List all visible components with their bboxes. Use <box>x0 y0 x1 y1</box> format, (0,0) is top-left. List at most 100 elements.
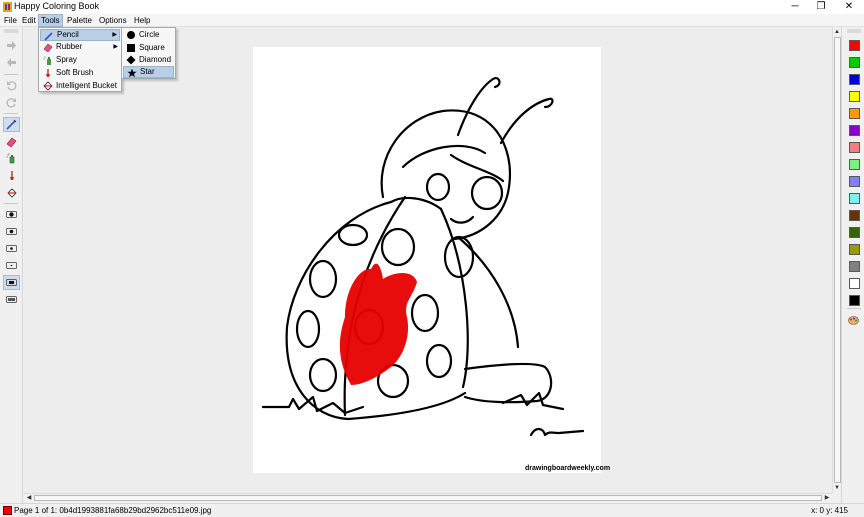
toolbar-grip[interactable] <box>4 29 18 33</box>
submenu-arrow-icon: ▶ <box>113 44 118 50</box>
size-2-button[interactable] <box>3 224 20 239</box>
menu-file[interactable]: File <box>2 14 19 27</box>
horizontal-scroll-thumb[interactable] <box>34 495 822 501</box>
color-swatch[interactable] <box>849 227 860 238</box>
color-swatch[interactable] <box>849 108 860 119</box>
pencil-shape-circle[interactable]: Circle <box>123 29 174 41</box>
size-6-button[interactable] <box>3 292 20 307</box>
redo-button[interactable] <box>3 95 20 110</box>
color-swatch[interactable] <box>849 40 860 51</box>
pencil-shape-square[interactable]: Square <box>123 42 174 54</box>
scroll-right-arrow-icon[interactable]: ▶ <box>823 494 831 502</box>
brush-size-icon <box>6 279 17 286</box>
circle-icon <box>127 31 135 39</box>
pencil-tool-button[interactable] <box>3 117 20 132</box>
current-color-swatch <box>3 506 12 515</box>
tools-menu-soft-brush[interactable]: Soft Brush <box>40 67 120 79</box>
color-swatch[interactable] <box>849 261 860 272</box>
color-swatch[interactable] <box>849 295 860 306</box>
pencil-shape-star[interactable]: Star <box>123 66 174 78</box>
size-5-button[interactable] <box>3 275 20 290</box>
eraser-icon <box>6 137 17 147</box>
arrow-right-icon <box>7 41 16 50</box>
cursor-coordinates: x: 0 y: 415 <box>811 506 848 515</box>
bucket-icon <box>43 81 53 91</box>
pencil-shape-submenu: Circle Square Diamond Star <box>121 27 176 79</box>
color-swatch[interactable] <box>849 244 860 255</box>
color-swatch[interactable] <box>849 91 860 102</box>
color-swatch[interactable] <box>849 210 860 221</box>
menu-palette[interactable]: Palette <box>65 14 94 27</box>
spray-tool-button[interactable] <box>3 151 20 166</box>
menu-edit[interactable]: Edit <box>20 14 38 27</box>
star-icon <box>127 68 137 78</box>
brush-size-icon <box>6 296 17 303</box>
color-swatch[interactable] <box>849 74 860 85</box>
menu-item-label: Square <box>139 43 165 52</box>
pencil-shape-diamond[interactable]: Diamond <box>123 54 174 66</box>
eraser-icon <box>43 43 53 52</box>
scroll-down-arrow-icon[interactable]: ▼ <box>833 484 841 492</box>
palette-grip[interactable] <box>847 29 861 33</box>
menu-tools[interactable]: Tools <box>38 14 63 27</box>
menu-item-label: Spray <box>56 55 77 64</box>
toolbar-separator <box>4 203 18 204</box>
size-1-button[interactable] <box>3 207 20 222</box>
rubber-tool-button[interactable] <box>3 134 20 149</box>
custom-color-button[interactable] <box>845 313 862 328</box>
menu-item-label: Soft Brush <box>56 68 94 77</box>
horizontal-scrollbar[interactable]: ◀ ▶ <box>24 493 832 502</box>
bucket-tool-button[interactable] <box>3 185 20 200</box>
scroll-up-arrow-icon[interactable]: ▲ <box>833 28 841 36</box>
arrow-left-icon <box>7 58 16 67</box>
menu-options[interactable]: Options <box>97 14 129 27</box>
menu-item-label: Star <box>140 67 155 76</box>
pencil-icon <box>44 32 53 41</box>
spray-can-icon <box>43 56 51 65</box>
close-button[interactable]: ✕ <box>834 0 864 14</box>
ladybug-drawing[interactable] <box>253 47 601 473</box>
restore-button[interactable]: ❐ <box>806 0 836 14</box>
brush-size-icon <box>6 211 17 218</box>
menu-help[interactable]: Help <box>132 14 152 27</box>
tools-menu-pencil[interactable]: Pencil ▶ <box>40 29 120 41</box>
vertical-scroll-thumb[interactable] <box>834 37 841 483</box>
size-4-button[interactable] <box>3 258 20 273</box>
vertical-scrollbar[interactable]: ▲ ▼ <box>832 27 841 493</box>
color-swatch[interactable] <box>849 278 860 289</box>
bucket-icon <box>7 188 17 198</box>
color-swatch[interactable] <box>849 176 860 187</box>
status-filename: Page 1 of 1: 0b4d1993881fa68b29bd2962bc5… <box>14 506 212 515</box>
menu-bar: File Edit Tools Palette Options Help <box>0 14 864 27</box>
scroll-left-arrow-icon[interactable]: ◀ <box>25 494 33 502</box>
undo-button[interactable] <box>3 78 20 93</box>
tools-menu-dropdown: Pencil ▶ Rubber ▶ Spray Soft Brush Intel… <box>38 27 122 92</box>
color-swatch[interactable] <box>849 125 860 136</box>
palette-icon <box>848 316 859 325</box>
color-swatch[interactable] <box>849 142 860 153</box>
toolbar-separator <box>4 74 18 75</box>
coloring-page[interactable]: drawingboardweekly.com <box>253 47 610 473</box>
title-bar: Happy Coloring Book ─ ❐ ✕ <box>0 0 864 14</box>
brush-icon <box>46 69 50 77</box>
tools-menu-intelligent-bucket[interactable]: Intelligent Bucket <box>40 80 120 92</box>
color-swatch[interactable] <box>849 159 860 170</box>
brush-size-icon <box>6 245 17 252</box>
spray-can-icon <box>6 153 15 164</box>
color-swatch[interactable] <box>849 193 860 204</box>
status-bar: Page 1 of 1: 0b4d1993881fa68b29bd2962bc5… <box>0 503 864 517</box>
app-icon <box>3 2 12 12</box>
brush-icon <box>10 171 14 180</box>
menu-item-label: Circle <box>139 30 160 39</box>
left-toolbar <box>0 27 23 503</box>
canvas-area[interactable]: drawingboardweekly.com <box>24 27 832 493</box>
square-icon <box>127 44 135 52</box>
prev-page-button[interactable] <box>3 55 20 70</box>
tools-menu-spray[interactable]: Spray <box>40 54 120 66</box>
soft-brush-tool-button[interactable] <box>3 168 20 183</box>
size-3-button[interactable] <box>3 241 20 256</box>
next-page-button[interactable] <box>3 38 20 53</box>
color-swatch[interactable] <box>849 57 860 68</box>
tools-menu-rubber[interactable]: Rubber ▶ <box>40 41 120 53</box>
toolbar-separator <box>4 113 18 114</box>
